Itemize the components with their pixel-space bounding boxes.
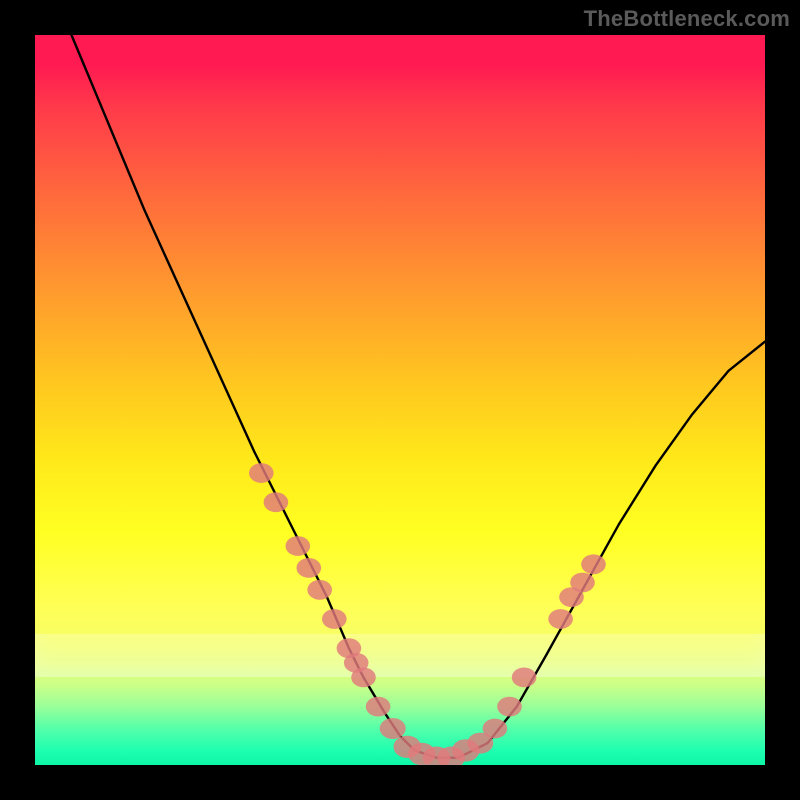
curve-marker — [322, 609, 347, 629]
curve-marker — [380, 718, 406, 739]
curve-marker — [366, 697, 391, 717]
curve-marker — [264, 492, 289, 512]
curve-marker — [548, 609, 573, 629]
bottleneck-curve — [72, 35, 766, 758]
curve-marker — [307, 580, 332, 600]
curve-marker — [581, 554, 606, 574]
curve-marker — [344, 653, 369, 673]
curve-marker — [497, 697, 522, 717]
curve-marker — [483, 719, 508, 739]
chart-frame: TheBottleneck.com — [0, 0, 800, 800]
curve-marker — [249, 463, 274, 483]
curve-marker — [297, 558, 322, 578]
watermark-text: TheBottleneck.com — [584, 6, 790, 32]
curve-marker — [286, 536, 311, 556]
plot-area — [35, 35, 765, 765]
curve-marker — [512, 668, 537, 688]
chart-svg — [35, 35, 765, 765]
marker-group — [249, 463, 606, 765]
curve-marker — [570, 573, 595, 593]
